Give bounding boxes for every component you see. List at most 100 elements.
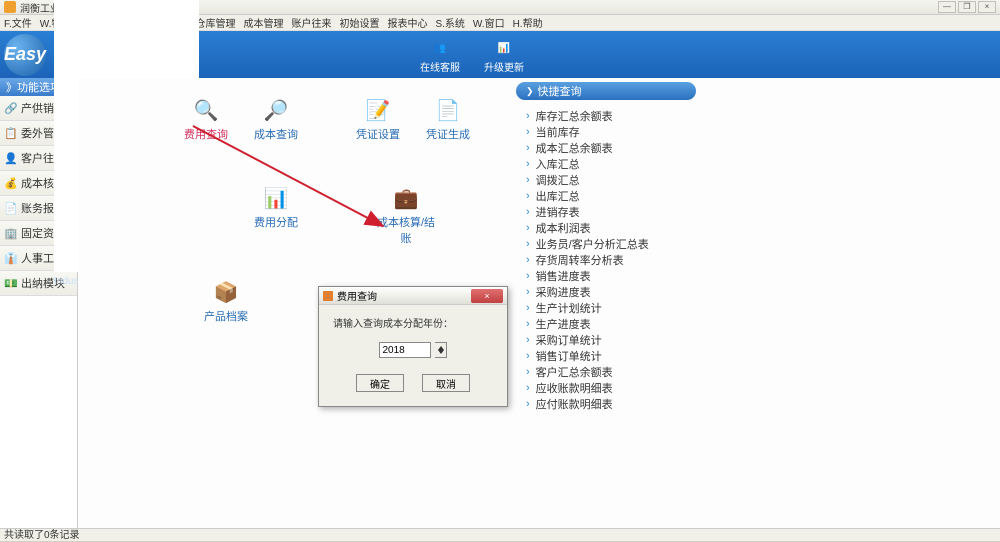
chevron-right-icon: › <box>526 174 530 186</box>
quick-item-label: 库存汇总余额表 <box>536 108 613 124</box>
quick-search-item[interactable]: › 采购订单统计 <box>526 332 696 348</box>
upgrade-button[interactable]: 📊 升级更新 <box>484 39 524 74</box>
chevron-right-icon: › <box>526 270 530 282</box>
function-icon[interactable]: 💼成本核算/结账 <box>374 184 438 246</box>
quick-search-item[interactable]: › 客户汇总余额表 <box>526 364 696 380</box>
quick-search-item[interactable]: ›生产进度表 <box>526 316 696 332</box>
close-button[interactable]: × <box>978 1 996 13</box>
function-icon[interactable]: 📦产品档案 <box>194 278 258 324</box>
function-icon[interactable]: 📝 凭证设置 <box>346 96 410 142</box>
sidebar-item-icon: 👔 <box>4 251 18 265</box>
cancel-button[interactable]: 取消 <box>422 374 470 392</box>
quick-search-item[interactable]: › 成本汇总余额表 <box>526 140 696 156</box>
sidebar-item-icon: 💰 <box>4 176 18 190</box>
quick-item-label: 应付账款明细表 <box>536 396 613 412</box>
minimize-button[interactable]: — <box>938 1 956 13</box>
quick-search-item[interactable]: ›采购进度表 <box>526 284 696 300</box>
function-icon[interactable]: 📄凭证生成 <box>416 96 480 142</box>
chevron-right-icon: › <box>526 238 530 250</box>
chart-icon: 📊 <box>492 39 516 57</box>
quick-item-label: 采购订单统计 <box>536 332 602 348</box>
year-query-dialog: 费用查询 × 请输入查询成本分配年份： 确定 取消 <box>318 286 508 407</box>
function-label: 成本查询 <box>244 126 308 142</box>
quick-item-label: 存货周转率分析表 <box>536 252 624 268</box>
menu-item[interactable]: 初始设置 <box>339 15 379 30</box>
quick-search-item[interactable]: › 调拨汇总 <box>526 172 696 188</box>
quick-item-label: 成本汇总余额表 <box>536 140 613 156</box>
chevron-right-icon: › <box>526 158 530 170</box>
function-label: 凭证设置 <box>346 126 410 142</box>
quick-search-item[interactable]: ›生产计划统计 <box>526 300 696 316</box>
function-icon[interactable]: 🔍 费用查询 <box>174 96 238 142</box>
quick-item-label: 入库汇总 <box>536 156 580 172</box>
menu-item[interactable]: F.文件 <box>4 15 32 30</box>
quick-search-item[interactable]: ›当前库存 <box>526 124 696 140</box>
menu-item[interactable]: W.窗口 <box>473 15 505 30</box>
quick-search-item[interactable]: ›进销存表 <box>526 204 696 220</box>
menu-item[interactable]: 仓库管理 <box>195 15 235 30</box>
quick-item-label: 销售进度表 <box>536 268 591 284</box>
sidebar-item-icon: 👤 <box>4 151 18 165</box>
menu-item[interactable]: S.系统 <box>435 15 464 30</box>
function-glyph-icon: 📊 <box>262 184 290 212</box>
year-spinner[interactable] <box>435 342 447 358</box>
app-icon <box>4 1 16 13</box>
maximize-button[interactable]: ❐ <box>958 1 976 13</box>
logo-icon: Easy <box>4 34 46 76</box>
function-glyph-icon: 📝 <box>364 96 392 124</box>
quick-search-header: ❯ 快捷查询 <box>516 82 696 100</box>
quick-item-label: 调拨汇总 <box>536 172 580 188</box>
chevron-right-icon: › <box>526 334 530 346</box>
quick-search-item[interactable]: › 销售订单统计 <box>526 348 696 364</box>
chevron-right-icon: › <box>526 350 530 362</box>
function-icon[interactable]: 📊 费用分配 <box>244 184 308 230</box>
function-glyph-icon: 🔍 <box>192 96 220 124</box>
menu-item[interactable]: 报表中心 <box>387 15 427 30</box>
function-label: 费用分配 <box>244 214 308 230</box>
online-service-button[interactable]: 👥 在线客服 <box>420 39 460 74</box>
function-label: 费用查询 <box>174 126 238 142</box>
quick-search-item[interactable]: › 应收账款明细表 <box>526 380 696 396</box>
content-area: 🔍 费用查询 🔎 成本查询 📝 凭证设置 📄凭证生成 📊 费用分配 💼成本核算/结账 📦产品档案 费… <box>78 78 1000 528</box>
quick-item-label: 出库汇总 <box>536 188 580 204</box>
chevron-right-icon: › <box>526 206 530 218</box>
quick-item-label: 客户汇总余额表 <box>536 364 613 380</box>
quick-item-label: 生产进度表 <box>536 316 591 332</box>
sidebar-item-icon: 📄 <box>4 201 18 215</box>
function-label: 产品档案 <box>194 308 258 324</box>
sidebar-item-icon: 💵 <box>4 276 18 290</box>
quick-item-label: 销售订单统计 <box>536 348 602 364</box>
quick-search-item[interactable]: › 入库汇总 <box>526 156 696 172</box>
quick-search-item[interactable]: ›存货周转率分析表 <box>526 252 696 268</box>
quick-item-label: 采购进度表 <box>536 284 591 300</box>
dialog-titlebar[interactable]: 费用查询 × <box>319 287 507 305</box>
function-glyph-icon: 📄 <box>434 96 462 124</box>
quick-search-item[interactable]: › 出库汇总 <box>526 188 696 204</box>
quick-search-item[interactable]: ›成本利润表 <box>526 220 696 236</box>
sidebar-item-icon: 🔗 <box>4 101 18 115</box>
people-icon: 👥 <box>428 39 452 57</box>
quick-item-label: 应收账款明细表 <box>536 380 613 396</box>
quick-search-item[interactable]: › 库存汇总余额表 <box>526 108 696 124</box>
function-glyph-icon: 🔎 <box>262 96 290 124</box>
chevron-right-icon: › <box>526 142 530 154</box>
menu-item[interactable]: 成本管理 <box>243 15 283 30</box>
chevron-right-icon: › <box>526 190 530 202</box>
quick-search-item[interactable]: ›业务员/客户分析汇总表 <box>526 236 696 252</box>
menu-item[interactable]: H.帮助 <box>513 15 543 30</box>
chevron-right-icon: › <box>526 110 530 122</box>
function-icon[interactable]: 🔎 成本查询 <box>244 96 308 142</box>
year-input[interactable] <box>379 342 431 358</box>
ok-button[interactable]: 确定 <box>356 374 404 392</box>
dialog-close-button[interactable]: × <box>471 289 503 303</box>
chevron-right-icon: › <box>526 366 530 378</box>
status-bar: 共读取了0条记录 <box>0 528 1000 541</box>
quick-item-label: 当前库存 <box>536 124 580 140</box>
menu-item[interactable]: 账户往来 <box>291 15 331 30</box>
quick-search-item[interactable]: › 销售进度表 <box>526 268 696 284</box>
chevron-right-icon: ❯ <box>526 86 534 97</box>
chevron-right-icon: › <box>526 382 530 394</box>
chevron-right-icon: › <box>526 302 530 314</box>
chevron-right-icon: › <box>526 398 530 410</box>
quick-search-item[interactable]: › 应付账款明细表 <box>526 396 696 412</box>
